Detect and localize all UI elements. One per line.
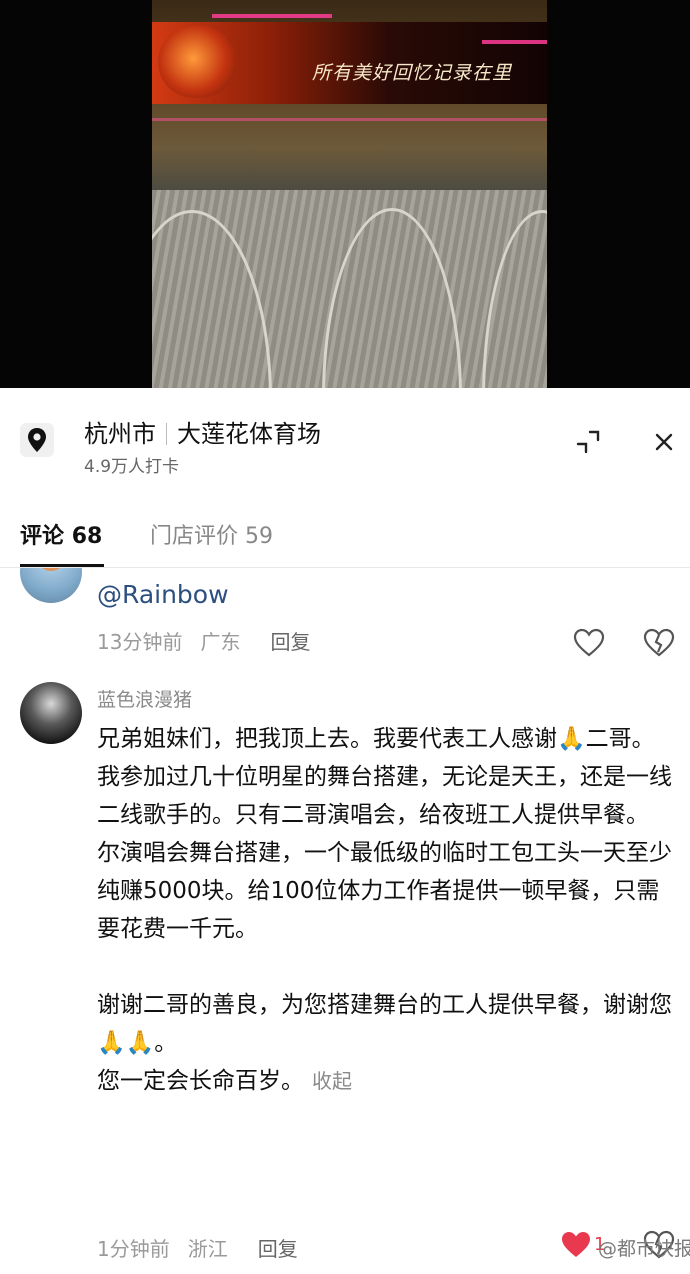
stage-light bbox=[482, 40, 547, 44]
comment-sheet: 杭州市 大莲花体育场 4.9万人打卡 评论 68 门店评价 59 @Rainbow… bbox=[0, 388, 690, 1274]
roof-petal bbox=[152, 210, 272, 388]
comment-paragraph: 我参加过几十位明星的舞台搭建，无论是天王，还是一线二线歌手的。只有二哥演唱会，给… bbox=[97, 764, 672, 828]
comment-meta: 13分钟前 广东 回复 bbox=[97, 626, 310, 655]
tab-comments-count: 68 bbox=[71, 524, 103, 549]
location-city: 杭州市 bbox=[84, 420, 156, 448]
title-divider bbox=[166, 423, 167, 445]
heart-icon[interactable] bbox=[573, 628, 605, 658]
tab-bar: 评论 68 门店评价 59 bbox=[0, 512, 690, 568]
roof-petal bbox=[482, 210, 547, 388]
roof-petal bbox=[322, 208, 462, 388]
avatar[interactable] bbox=[20, 568, 82, 603]
broken-heart-icon[interactable] bbox=[643, 628, 675, 658]
heart-filled-icon[interactable] bbox=[560, 1230, 592, 1260]
checkin-count: 4.9万人打卡 bbox=[84, 457, 180, 477]
screen-caption: 所有美好回忆记录在里 bbox=[312, 62, 513, 84]
tab-comments[interactable]: 评论 68 bbox=[20, 518, 102, 550]
tab-store-count: 59 bbox=[245, 524, 274, 549]
tab-store-label: 门店评价 bbox=[150, 524, 239, 549]
comment-body: 兄弟姐妹们，把我顶上去。我要代表工人感谢🙏二哥。 我参加过几十位明星的舞台搭建，… bbox=[97, 720, 677, 1100]
tab-comments-label: 评论 bbox=[20, 524, 65, 549]
comment-meta: 1分钟前 浙江 回复 bbox=[97, 1233, 298, 1262]
location-venue: 大莲花体育场 bbox=[177, 420, 321, 448]
comment-paragraph: 谢谢二哥的善良，为您搭建舞台的工人提供早餐，谢谢您🙏🙏。 bbox=[97, 992, 672, 1056]
active-tab-indicator bbox=[20, 564, 104, 567]
reply-button[interactable]: 回复 bbox=[258, 1237, 298, 1261]
stage-light bbox=[152, 118, 547, 121]
comment-mention[interactable]: @Rainbow bbox=[97, 580, 229, 609]
comment-region: 浙江 bbox=[187, 1237, 228, 1261]
comment-region: 广东 bbox=[200, 630, 241, 654]
video-frame: 所有美好回忆记录在里 bbox=[152, 0, 547, 388]
collapse-button[interactable]: 收起 bbox=[312, 1069, 352, 1093]
video-player[interactable]: 所有美好回忆记录在里 bbox=[0, 0, 690, 388]
tab-store-reviews[interactable]: 门店评价 59 bbox=[150, 518, 273, 550]
concert-logo bbox=[158, 26, 236, 98]
location-title[interactable]: 杭州市 大莲花体育场 bbox=[84, 414, 321, 449]
comment-paragraph: 您一定会长命百岁。 收起 bbox=[97, 1062, 677, 1100]
reply-button[interactable]: 回复 bbox=[270, 630, 310, 654]
watermark: @都市快报 bbox=[598, 1238, 690, 1260]
comment-item: @Rainbow 13分钟前 广东 回复 bbox=[0, 568, 690, 678]
comment-author[interactable]: 蓝色浪漫猪 bbox=[97, 685, 192, 712]
location-pin-icon bbox=[20, 423, 54, 457]
stadium-roof bbox=[152, 190, 547, 388]
comment-last-line: 您一定会长命百岁。 bbox=[97, 1068, 304, 1094]
comment-paragraph: 兄弟姐妹们，把我顶上去。我要代表工人感谢🙏二哥。 bbox=[97, 726, 655, 752]
comment-time: 1分钟前 bbox=[97, 1237, 170, 1261]
close-icon[interactable] bbox=[650, 428, 678, 456]
stage-light bbox=[212, 14, 332, 18]
comment-time: 13分钟前 bbox=[97, 630, 183, 654]
comment-paragraph: 尔演唱会舞台搭建，一个最低级的临时工包工头一天至少纯赚5000块。给100位体力… bbox=[97, 840, 672, 942]
avatar[interactable] bbox=[20, 682, 82, 744]
collapse-expand-icon[interactable] bbox=[574, 428, 602, 456]
